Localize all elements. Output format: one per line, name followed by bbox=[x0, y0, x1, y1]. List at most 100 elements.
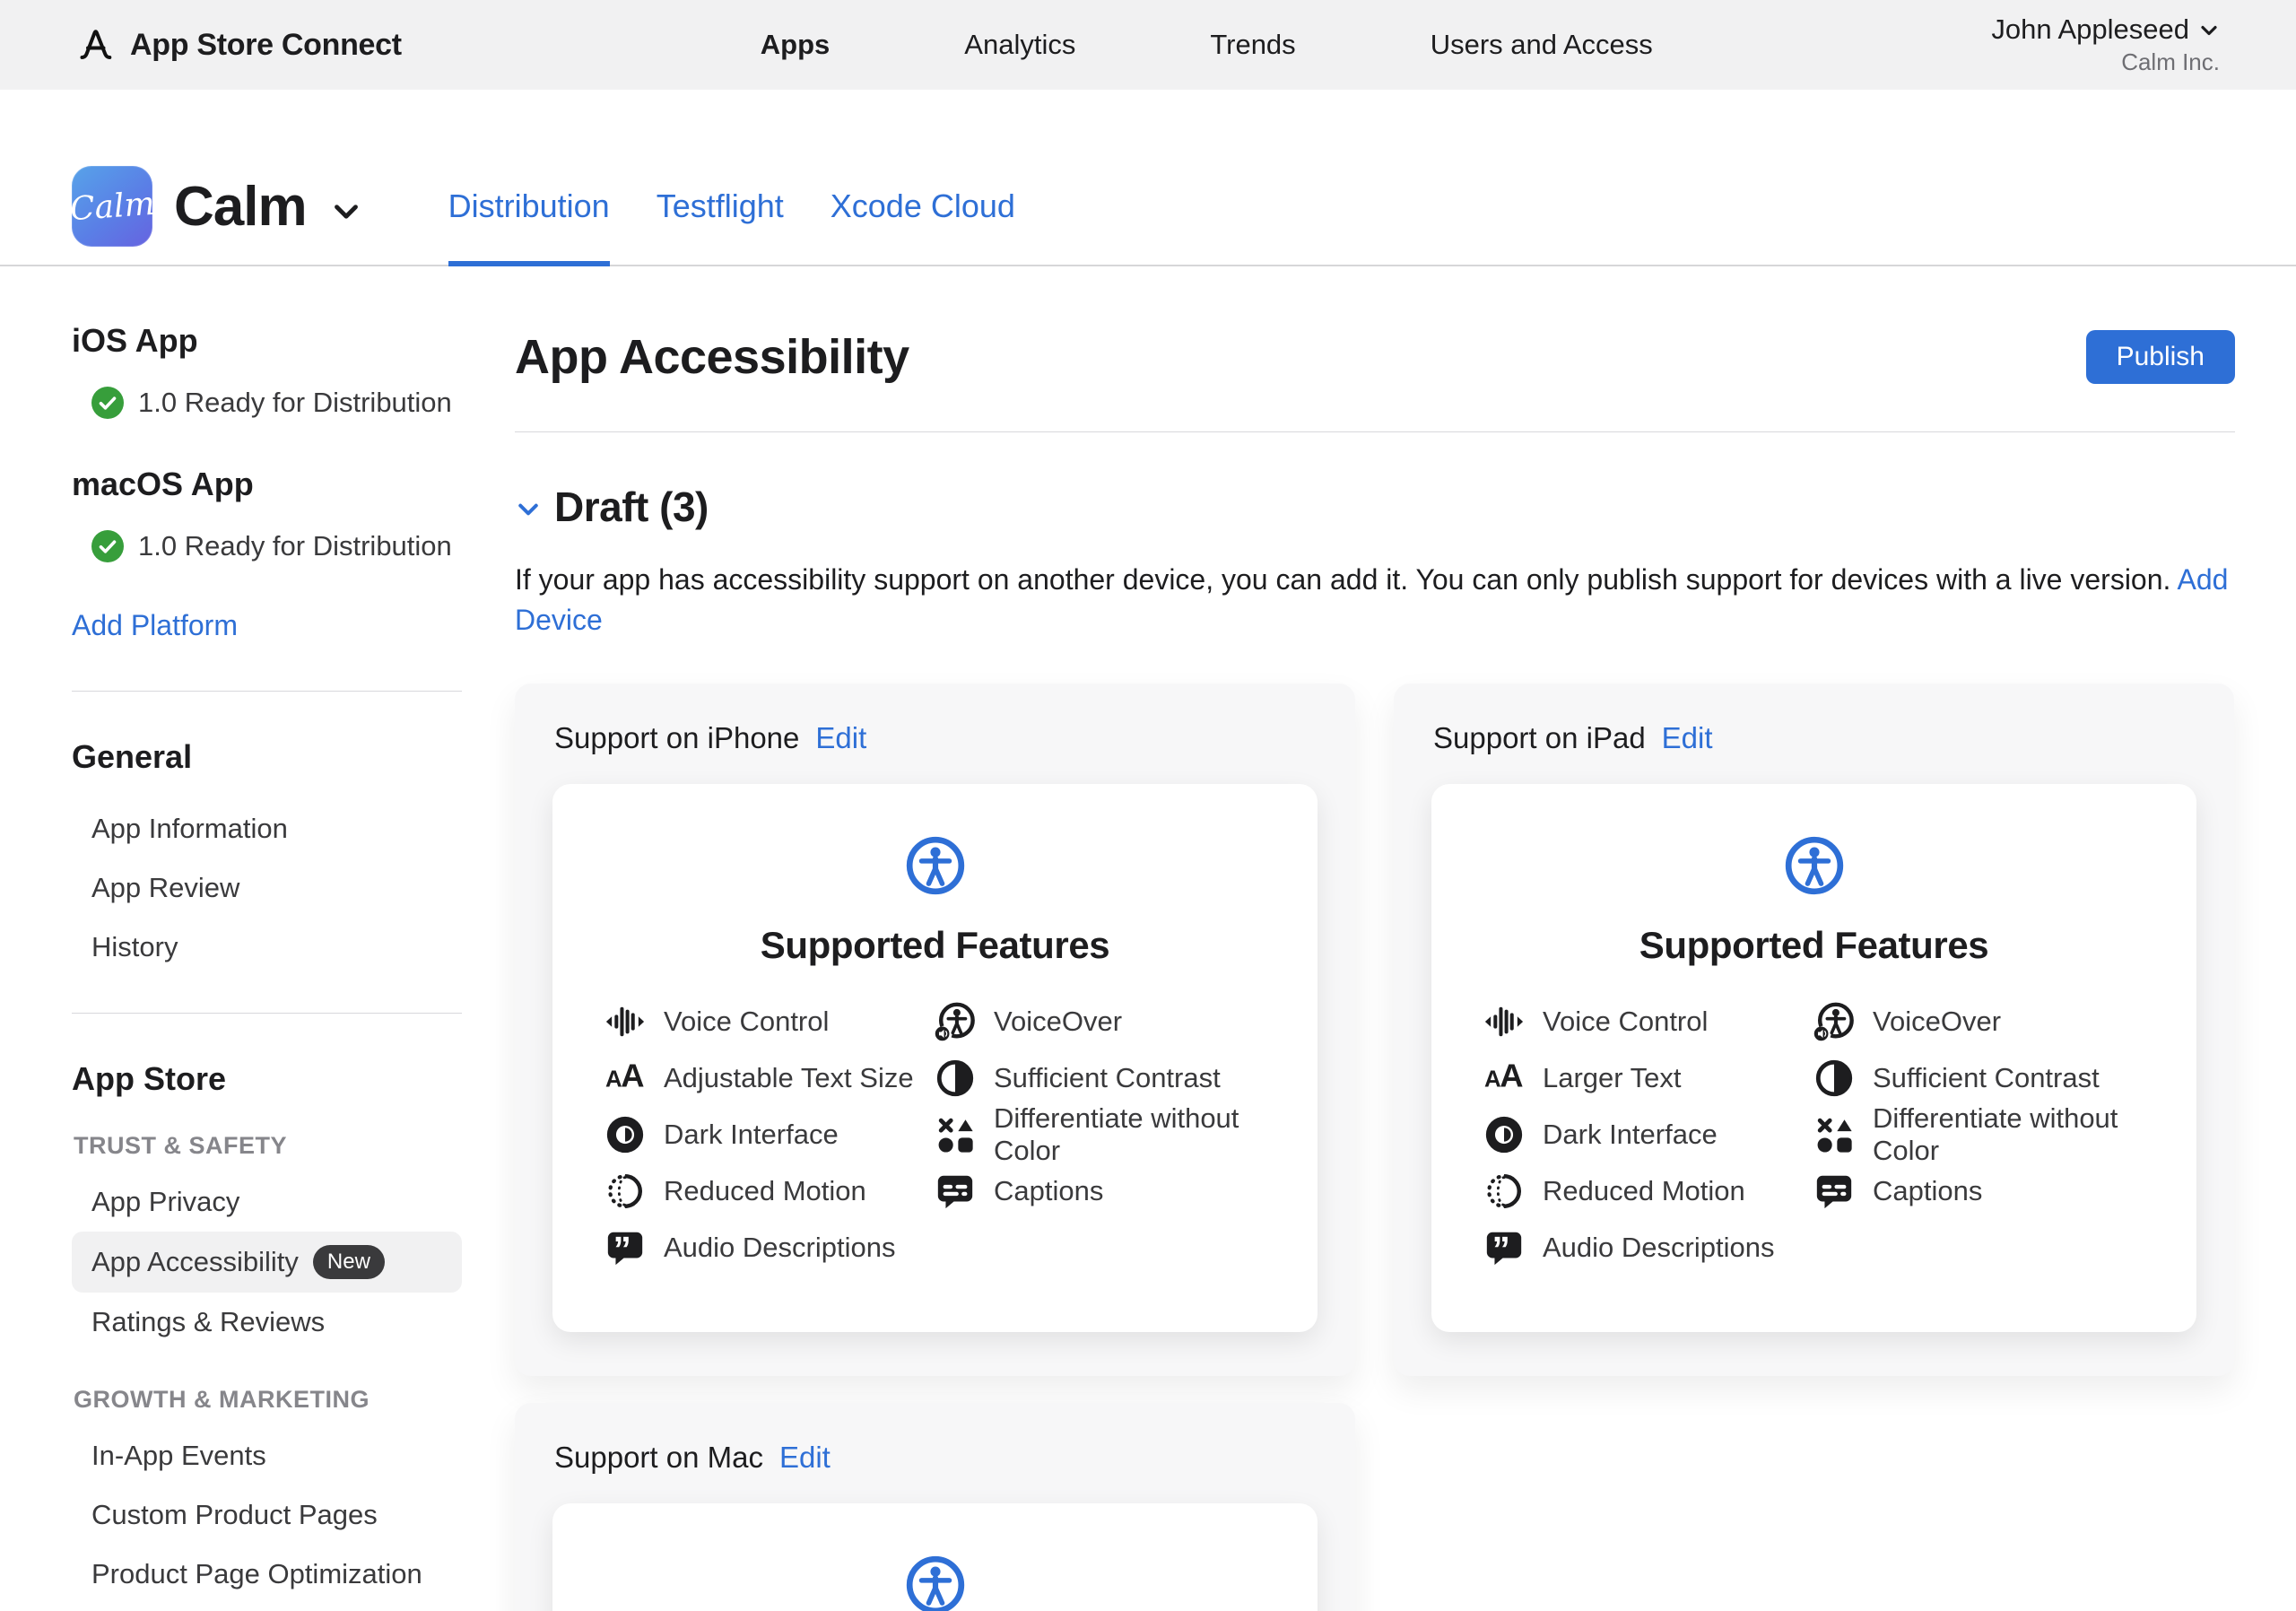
feature-item: Voice Control bbox=[604, 994, 935, 1050]
sidebar-item-custom-product-pages[interactable]: Custom Product Pages bbox=[72, 1485, 462, 1545]
feature-item: Captions bbox=[1813, 1163, 2179, 1220]
tab-xcode-cloud[interactable]: Xcode Cloud bbox=[831, 187, 1015, 265]
feature-label: Reduced Motion bbox=[664, 1175, 866, 1207]
macos-version-status[interactable]: 1.0 Ready for Distribution bbox=[91, 530, 462, 562]
dark-interface-icon bbox=[1483, 1114, 1525, 1155]
page-title: App Accessibility bbox=[515, 329, 909, 385]
feature-label: Dark Interface bbox=[664, 1119, 839, 1151]
supported-features-heading: Supported Features bbox=[1431, 924, 2196, 967]
features-column-right: VoiceOver Sufficient Contrast Differenti… bbox=[1813, 994, 2179, 1276]
audio-descriptions-icon bbox=[604, 1227, 646, 1268]
nav-item-analytics[interactable]: Analytics bbox=[964, 29, 1075, 61]
app-tabs: Distribution Testflight Xcode Cloud bbox=[448, 187, 1015, 265]
tab-testflight[interactable]: Testflight bbox=[657, 187, 784, 265]
add-platform-link[interactable]: Add Platform bbox=[72, 609, 462, 642]
edit-link[interactable]: Edit bbox=[779, 1441, 831, 1475]
feature-item: VoiceOver bbox=[935, 994, 1300, 1050]
text-size-icon bbox=[1483, 1058, 1525, 1099]
sidebar-item-history[interactable]: History bbox=[72, 918, 462, 977]
platform-title-macos: macOS App bbox=[72, 466, 462, 503]
nav-item-trends[interactable]: Trends bbox=[1210, 29, 1295, 61]
voiceover-icon bbox=[1813, 1001, 1855, 1042]
green-check-icon bbox=[91, 530, 124, 562]
draft-description: If your app has accessibility support on… bbox=[515, 560, 2235, 640]
feature-label: Voice Control bbox=[664, 1006, 829, 1038]
account-name: John Appleseed bbox=[1991, 13, 2189, 48]
feature-item: Captions bbox=[935, 1163, 1300, 1220]
feature-item: Voice Control bbox=[1483, 994, 1813, 1050]
feature-label: VoiceOver bbox=[994, 1006, 1122, 1038]
sidebar-item-label: App Accessibility bbox=[91, 1246, 299, 1278]
feature-item: Adjustable Text Size bbox=[604, 1050, 935, 1107]
feature-label: Reduced Motion bbox=[1543, 1175, 1745, 1207]
feature-label: Differentiate without Color bbox=[994, 1102, 1300, 1167]
status-text: 1.0 Ready for Distribution bbox=[138, 530, 452, 562]
feature-label: Differentiate without Color bbox=[1873, 1102, 2179, 1167]
publish-button[interactable]: Publish bbox=[2086, 330, 2235, 384]
sidebar-item-app-privacy[interactable]: App Privacy bbox=[72, 1172, 462, 1232]
app-store-connect-brand[interactable]: App Store Connect bbox=[76, 25, 402, 65]
feature-item: Sufficient Contrast bbox=[935, 1050, 1300, 1107]
sidebar-item-app-accessibility[interactable]: App Accessibility New bbox=[72, 1232, 462, 1293]
tab-distribution[interactable]: Distribution bbox=[448, 187, 610, 266]
platform-title-ios: iOS App bbox=[72, 322, 462, 360]
card-title: Support on iPhone bbox=[554, 721, 799, 755]
captions-icon bbox=[1813, 1171, 1855, 1212]
nav-item-users-and-access[interactable]: Users and Access bbox=[1431, 29, 1653, 61]
support-card-iphone: Support on iPhone Edit Supported Feature… bbox=[515, 684, 1355, 1376]
app-switcher[interactable]: Calm Calm bbox=[72, 166, 362, 265]
edit-link[interactable]: Edit bbox=[1662, 721, 1713, 755]
calm-app-icon: Calm bbox=[72, 166, 152, 247]
sidebar-item-in-app-events[interactable]: In-App Events bbox=[72, 1426, 462, 1485]
app-name: Calm bbox=[174, 175, 307, 239]
sidebar-item-product-page-optimization[interactable]: Product Page Optimization bbox=[72, 1545, 462, 1604]
draft-section-header[interactable]: Draft (3) bbox=[515, 483, 2235, 531]
support-cards: Support on iPhone Edit Supported Feature… bbox=[515, 684, 2235, 1611]
accessibility-icon bbox=[904, 834, 967, 897]
sidebar-divider bbox=[72, 691, 462, 692]
feature-label: Voice Control bbox=[1543, 1006, 1708, 1038]
feature-item: Reduced Motion bbox=[1483, 1163, 1813, 1220]
features-column-left: Voice Control Adjustable Text Size Dark … bbox=[604, 994, 935, 1276]
voice-control-icon bbox=[1483, 1001, 1525, 1042]
sidebar-item-ratings-reviews[interactable]: Ratings & Reviews bbox=[72, 1293, 462, 1352]
feature-item: Larger Text bbox=[1483, 1050, 1813, 1107]
draft-description-text: If your app has accessibility support on… bbox=[515, 563, 2170, 596]
differentiate-without-color-icon bbox=[1813, 1114, 1855, 1155]
calm-app-icon-text: Calm bbox=[68, 185, 155, 228]
feature-item: Audio Descriptions bbox=[1483, 1220, 1813, 1276]
top-navigation-bar: App Store Connect Apps Analytics Trends … bbox=[0, 0, 2296, 90]
feature-label: Captions bbox=[994, 1175, 1103, 1207]
app-header: Calm Calm Distribution Testflight Xcode … bbox=[0, 90, 2296, 266]
differentiate-without-color-icon bbox=[935, 1114, 976, 1155]
app-store-connect-logo-icon bbox=[76, 25, 116, 65]
sufficient-contrast-icon bbox=[935, 1058, 976, 1099]
green-check-icon bbox=[91, 387, 124, 419]
support-card-ipad: Support on iPad Edit Supported Features … bbox=[1394, 684, 2234, 1376]
account-menu[interactable]: John Appleseed Calm Inc. bbox=[1991, 13, 2220, 76]
features-column-left: Voice Control Larger Text Dark Interface… bbox=[1483, 994, 1813, 1276]
sufficient-contrast-icon bbox=[1813, 1058, 1855, 1099]
account-org: Calm Inc. bbox=[1991, 48, 2220, 77]
sidebar-item-app-review[interactable]: App Review bbox=[72, 858, 462, 918]
supported-features-panel: Supported Features bbox=[552, 1503, 1318, 1611]
chevron-down-icon bbox=[2198, 20, 2220, 41]
sidebar-item-promo-codes[interactable]: Promo Codes bbox=[72, 1604, 462, 1611]
voice-control-icon bbox=[604, 1001, 646, 1042]
feature-label: Sufficient Contrast bbox=[1873, 1062, 2100, 1094]
edit-link[interactable]: Edit bbox=[815, 721, 866, 755]
card-title: Support on Mac bbox=[554, 1441, 763, 1475]
sidebar-item-app-information[interactable]: App Information bbox=[72, 799, 462, 858]
ios-version-status[interactable]: 1.0 Ready for Distribution bbox=[91, 387, 462, 419]
nav-item-apps[interactable]: Apps bbox=[761, 29, 831, 61]
feature-item: Differentiate without Color bbox=[935, 1107, 1300, 1163]
feature-label: Larger Text bbox=[1543, 1062, 1682, 1094]
chevron-down-icon bbox=[515, 496, 542, 523]
brand-name: App Store Connect bbox=[130, 28, 402, 63]
feature-label: VoiceOver bbox=[1873, 1006, 2001, 1038]
supported-features-heading: Supported Features bbox=[552, 924, 1318, 967]
status-text: 1.0 Ready for Distribution bbox=[138, 387, 452, 419]
reduced-motion-icon bbox=[604, 1171, 646, 1212]
feature-item: Dark Interface bbox=[1483, 1107, 1813, 1163]
general-section-title: General bbox=[72, 738, 462, 776]
